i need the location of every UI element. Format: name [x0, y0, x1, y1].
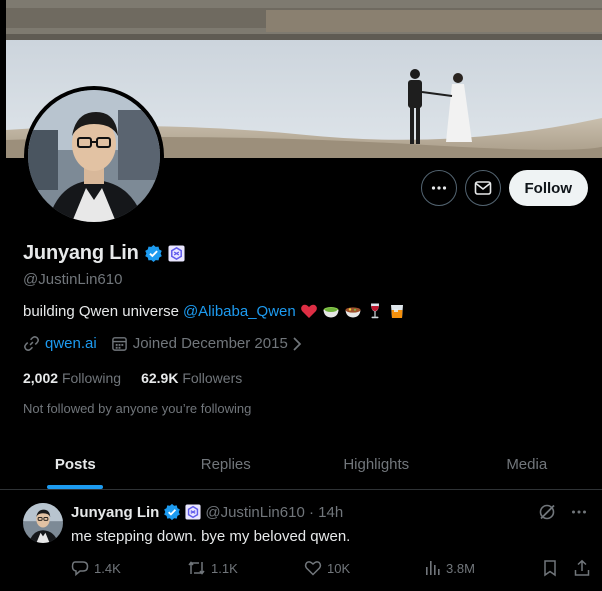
profile-avatar[interactable]	[24, 86, 164, 226]
bio-text: building Qwen universe	[23, 302, 179, 320]
post-text: me stepping down. bye my beloved qwen.	[71, 528, 351, 545]
follow-button[interactable]: Follow	[508, 170, 588, 206]
like-button[interactable]: 10K	[304, 559, 423, 577]
post-more-icon[interactable]	[570, 503, 588, 521]
profile-name: Junyang Lin	[23, 242, 139, 264]
tab-media[interactable]: Media	[452, 440, 602, 489]
more-button[interactable]	[420, 170, 457, 206]
post-avatar[interactable]	[23, 503, 63, 543]
share-icon[interactable]	[573, 559, 591, 577]
post-tools	[538, 503, 588, 521]
matcha-bowl-icon	[322, 302, 340, 320]
followers-stat[interactable]: 62.9K Followers	[141, 370, 242, 386]
tab-posts[interactable]: Posts	[0, 440, 151, 489]
post-item[interactable]: Junyang Lin @JustinLin610 · 14h me stepp…	[0, 491, 602, 591]
following-stat[interactable]: 2,002 Following	[23, 370, 121, 386]
qwen-affiliate-icon[interactable]	[185, 504, 201, 520]
red-heart-icon	[300, 302, 318, 320]
followers-count: 62.9K	[141, 370, 179, 386]
message-button[interactable]	[464, 170, 501, 206]
avatar-photo	[28, 90, 160, 222]
calendar-icon	[111, 335, 128, 352]
reply-icon	[71, 561, 89, 577]
post-header: Junyang Lin @JustinLin610 · 14h	[71, 503, 343, 521]
verified-badge-icon[interactable]	[144, 244, 163, 263]
profile-bio: building Qwen universe @Alibaba_Qwen	[23, 302, 406, 320]
profile-handle: @JustinLin610	[23, 271, 123, 288]
reply-count: 1.4K	[94, 560, 121, 576]
post-author-name[interactable]: Junyang Lin	[71, 504, 159, 521]
like-count: 10K	[327, 560, 351, 576]
tab-highlights[interactable]: Highlights	[301, 440, 452, 489]
bookmark-icon[interactable]	[541, 559, 559, 577]
bio-mention-link[interactable]: @Alibaba_Qwen	[183, 303, 296, 320]
following-label: Following	[61, 370, 122, 386]
views-button[interactable]: 3.8M	[423, 559, 541, 577]
repost-button[interactable]: 1.1K	[187, 559, 304, 577]
profile-actions: Follow	[420, 170, 588, 206]
grok-icon[interactable]	[538, 503, 556, 521]
website-link[interactable]: qwen.ai	[45, 335, 97, 352]
profile-name-row: Junyang Lin	[23, 242, 185, 265]
joined-date[interactable]: Joined December 2015	[133, 335, 288, 352]
profile-tabs: Posts Replies Highlights Media	[0, 440, 602, 490]
wine-glass-icon	[366, 302, 384, 320]
tumbler-glass-icon	[388, 302, 406, 320]
views-count: 3.8M	[446, 560, 475, 576]
tab-replies[interactable]: Replies	[151, 440, 302, 489]
post-handle-time[interactable]: @JustinLin610 · 14h	[205, 504, 343, 521]
post-actions: 1.4K 1.1K 10K 3.8M	[71, 559, 591, 577]
reply-button[interactable]: 1.4K	[71, 559, 187, 577]
heart-icon	[304, 561, 322, 576]
post-right-actions	[541, 559, 591, 577]
post-avatar-photo	[23, 503, 63, 543]
not-followed-note: Not followed by anyone you’re following	[23, 401, 252, 416]
qwen-affiliate-icon[interactable]	[168, 245, 185, 262]
envelope-icon	[474, 181, 491, 195]
link-icon	[23, 335, 40, 352]
ellipsis-icon	[431, 186, 446, 190]
chevron-right-icon[interactable]	[292, 336, 302, 352]
verified-badge-icon[interactable]	[163, 503, 181, 521]
views-icon	[426, 561, 440, 575]
profile-meta: qwen.ai Joined December 2015	[23, 335, 307, 352]
hotpot-bowl-icon	[344, 302, 362, 320]
following-count: 2,002	[23, 370, 59, 386]
follow-stats: 2,002 Following 62.9K Followers	[23, 370, 242, 386]
repost-count: 1.1K	[211, 560, 238, 576]
followers-label: Followers	[182, 370, 243, 386]
repost-icon	[188, 561, 205, 575]
